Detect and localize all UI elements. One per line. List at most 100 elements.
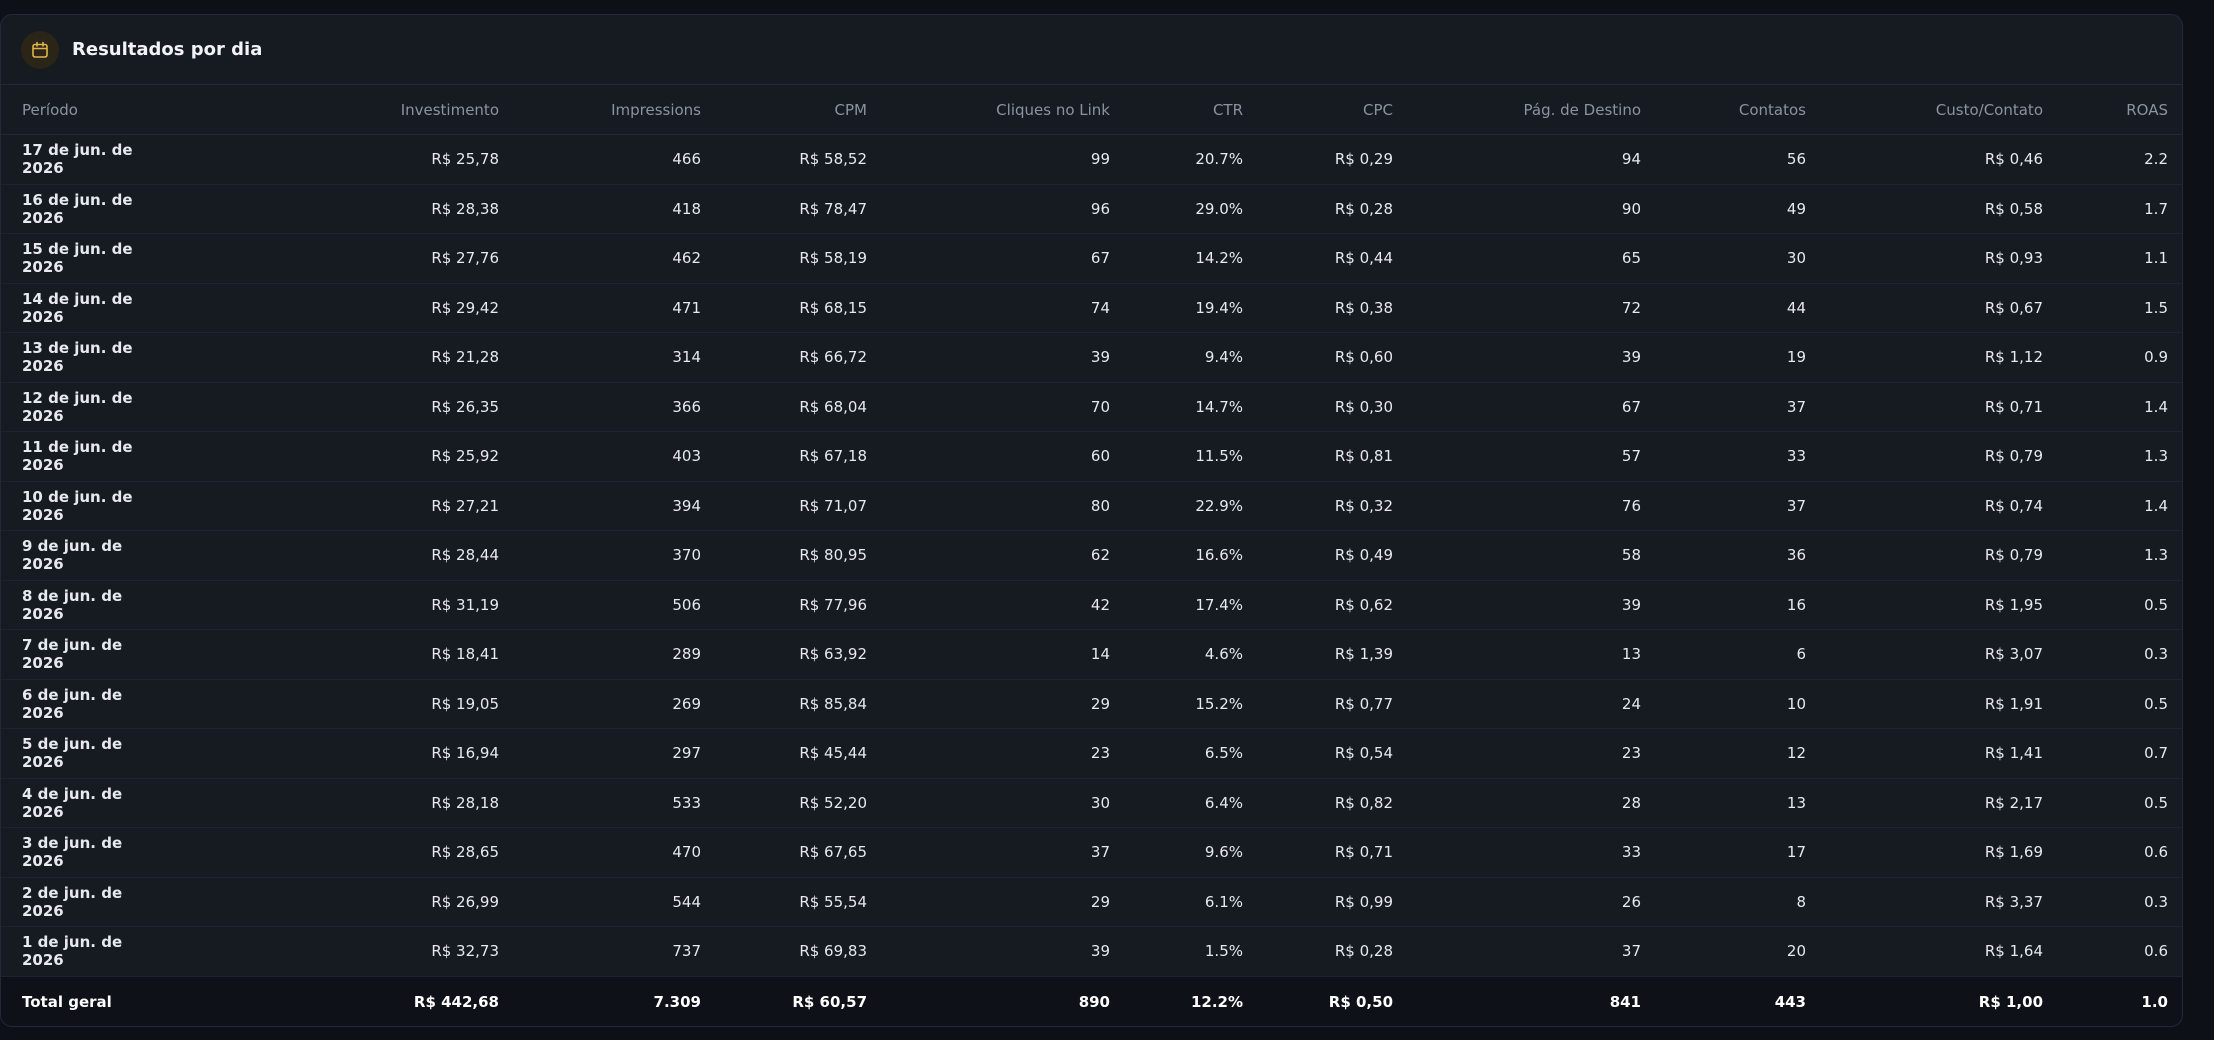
cell-cliques-no-link: 70 xyxy=(867,382,1110,432)
cell-impressions: 418 xyxy=(499,184,701,234)
cell-cliques-no-link: 14 xyxy=(867,629,1110,680)
column-header-roas[interactable]: ROAS xyxy=(2043,85,2182,135)
cell-custo-contato: R$ 0,46 xyxy=(1806,134,2043,185)
column-header-cpm[interactable]: CPM xyxy=(701,85,867,135)
cell-custo-contato: R$ 1,95 xyxy=(1806,580,2043,630)
cell-cliques-no-link: 80 xyxy=(867,481,1110,531)
cell-roas: 1.1 xyxy=(2043,233,2182,284)
column-header-cpc[interactable]: CPC xyxy=(1243,85,1393,135)
cell-custo-contato: R$ 1,41 xyxy=(1806,728,2043,779)
cell-ctr: 16.6% xyxy=(1110,530,1243,581)
cell-periodo: 17 de jun. de 2026 xyxy=(1,134,141,185)
cell-cliques-no-link: 67 xyxy=(867,233,1110,284)
cell-ctr: 14.2% xyxy=(1110,233,1243,284)
cell-impressions: 314 xyxy=(499,332,701,383)
cell-cpc: R$ 0,60 xyxy=(1243,332,1393,383)
cell-cpm: R$ 69,83 xyxy=(701,926,867,977)
column-header-investimento[interactable]: Investimento xyxy=(141,85,499,135)
cell-custo-contato: R$ 1,69 xyxy=(1806,827,2043,878)
cell-cpm: R$ 66,72 xyxy=(701,332,867,383)
column-header-custo-contato[interactable]: Custo/Contato xyxy=(1806,85,2043,135)
cell-periodo: 1 de jun. de 2026 xyxy=(1,926,141,977)
cell-cpc: R$ 0,81 xyxy=(1243,431,1393,482)
cell-contatos: 37 xyxy=(1641,382,1806,432)
cell-cliques-no-link: 99 xyxy=(867,134,1110,185)
total-investimento: R$ 442,68 xyxy=(141,976,499,1026)
cell-contatos: 19 xyxy=(1641,332,1806,383)
column-header-periodo[interactable]: Período xyxy=(1,85,141,135)
cell-contatos: 36 xyxy=(1641,530,1806,581)
cell-contatos: 16 xyxy=(1641,580,1806,630)
cell-cpm: R$ 80,95 xyxy=(701,530,867,581)
cell-investimento: R$ 28,44 xyxy=(141,530,499,581)
column-header-cliques-no-link[interactable]: Cliques no Link xyxy=(867,85,1110,135)
cell-impressions: 544 xyxy=(499,877,701,927)
cell-impressions: 533 xyxy=(499,778,701,828)
cell-contatos: 20 xyxy=(1641,926,1806,977)
cell-periodo: 12 de jun. de 2026 xyxy=(1,382,141,432)
table-row: 8 de jun. de 2026 R$ 31,19 506 R$ 77,96 42 17… xyxy=(1,580,2182,630)
table-row: 6 de jun. de 2026 R$ 19,05 269 R$ 85,84 29 15… xyxy=(1,679,2182,729)
cell-investimento: R$ 27,76 xyxy=(141,233,499,284)
cell-roas: 0.7 xyxy=(2043,728,2182,779)
cell-custo-contato: R$ 0,67 xyxy=(1806,283,2043,333)
cell-pag-de-destino: 33 xyxy=(1393,827,1641,878)
cell-roas: 1.3 xyxy=(2043,530,2182,581)
cell-pag-de-destino: 90 xyxy=(1393,184,1641,234)
cell-cliques-no-link: 96 xyxy=(867,184,1110,234)
cell-contatos: 37 xyxy=(1641,481,1806,531)
cell-ctr: 20.7% xyxy=(1110,134,1243,185)
cell-cpm: R$ 78,47 xyxy=(701,184,867,234)
column-header-ctr[interactable]: CTR xyxy=(1110,85,1243,135)
cell-custo-contato: R$ 0,93 xyxy=(1806,233,2043,284)
cell-custo-contato: R$ 1,64 xyxy=(1806,926,2043,977)
cell-impressions: 737 xyxy=(499,926,701,977)
cell-periodo: 3 de jun. de 2026 xyxy=(1,827,141,878)
cell-ctr: 9.4% xyxy=(1110,332,1243,383)
cell-investimento: R$ 26,35 xyxy=(141,382,499,432)
cell-impressions: 471 xyxy=(499,283,701,333)
cell-cpc: R$ 0,44 xyxy=(1243,233,1393,284)
column-header-contatos[interactable]: Contatos xyxy=(1641,85,1806,135)
cell-investimento: R$ 26,99 xyxy=(141,877,499,927)
cell-periodo: 2 de jun. de 2026 xyxy=(1,877,141,927)
cell-investimento: R$ 31,19 xyxy=(141,580,499,630)
table-row: 11 de jun. de 2026 R$ 25,92 403 R$ 67,18 60 1… xyxy=(1,431,2182,482)
cell-pag-de-destino: 37 xyxy=(1393,926,1641,977)
cell-roas: 1.5 xyxy=(2043,283,2182,333)
cell-investimento: R$ 16,94 xyxy=(141,728,499,779)
cell-periodo: 6 de jun. de 2026 xyxy=(1,679,141,729)
table-row: 17 de jun. de 2026 R$ 25,78 466 R$ 58,52 99 2… xyxy=(1,134,2182,185)
cell-custo-contato: R$ 0,79 xyxy=(1806,431,2043,482)
results-table: Período Investimento Impressions CPM Cliques… xyxy=(1,85,2182,1026)
cell-cpm: R$ 71,07 xyxy=(701,481,867,531)
cell-cliques-no-link: 42 xyxy=(867,580,1110,630)
total-roas: 1.0 xyxy=(2043,976,2182,1026)
cell-custo-contato: R$ 1,91 xyxy=(1806,679,2043,729)
cell-impressions: 269 xyxy=(499,679,701,729)
total-ctr: 12.2% xyxy=(1110,976,1243,1026)
cell-contatos: 12 xyxy=(1641,728,1806,779)
cell-cliques-no-link: 60 xyxy=(867,431,1110,482)
cell-ctr: 22.9% xyxy=(1110,481,1243,531)
cell-investimento: R$ 28,38 xyxy=(141,184,499,234)
cell-ctr: 14.7% xyxy=(1110,382,1243,432)
table-row: 2 de jun. de 2026 R$ 26,99 544 R$ 55,54 29 6.… xyxy=(1,877,2182,927)
cell-contatos: 13 xyxy=(1641,778,1806,828)
cell-cpc: R$ 0,29 xyxy=(1243,134,1393,185)
cell-cpc: R$ 0,54 xyxy=(1243,728,1393,779)
cell-roas: 1.3 xyxy=(2043,431,2182,482)
cell-cpc: R$ 0,49 xyxy=(1243,530,1393,581)
cell-pag-de-destino: 39 xyxy=(1393,580,1641,630)
column-header-pag-de-destino[interactable]: Pág. de Destino xyxy=(1393,85,1641,135)
cell-periodo: 13 de jun. de 2026 xyxy=(1,332,141,383)
cell-roas: 2.2 xyxy=(2043,134,2182,185)
cell-roas: 0.3 xyxy=(2043,629,2182,680)
cell-pag-de-destino: 65 xyxy=(1393,233,1641,284)
cell-impressions: 289 xyxy=(499,629,701,680)
column-header-impressions[interactable]: Impressions xyxy=(499,85,701,135)
total-row: Total geral R$ 442,68 7.309 R$ 60,57 890 12.2… xyxy=(1,976,2182,1026)
total-pag-de-destino: 841 xyxy=(1393,976,1641,1026)
cell-impressions: 370 xyxy=(499,530,701,581)
cell-cpc: R$ 0,28 xyxy=(1243,926,1393,977)
